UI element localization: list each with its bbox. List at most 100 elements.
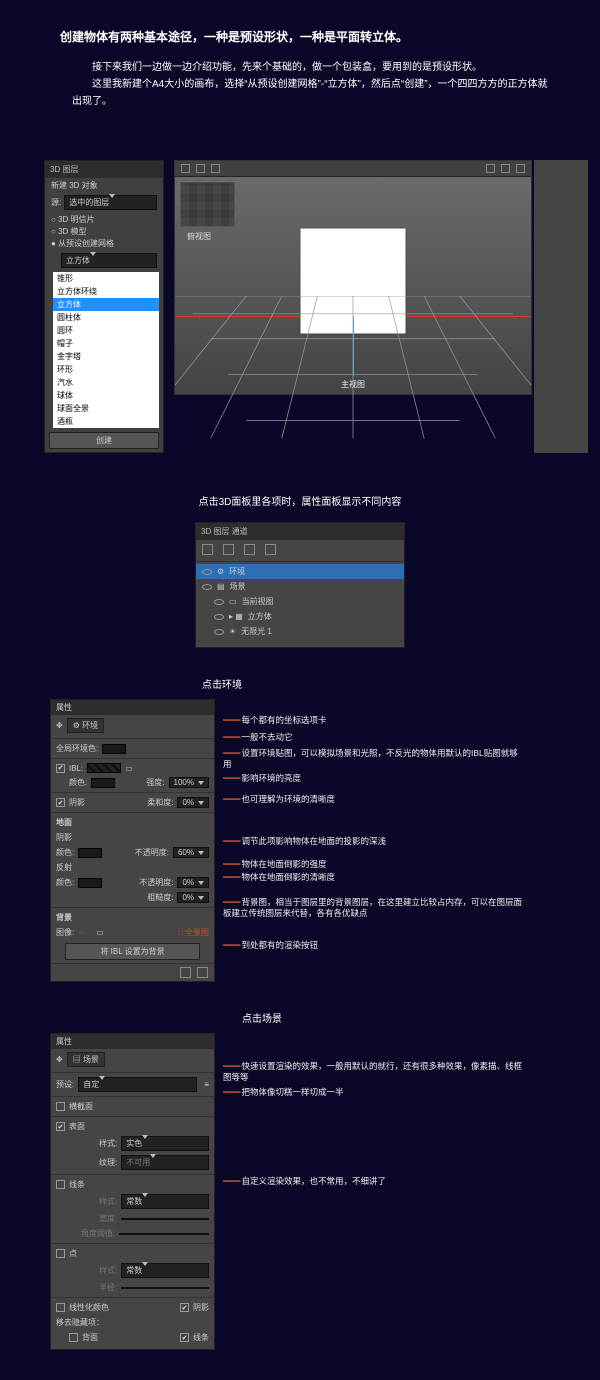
input-intensity[interactable]: 100% bbox=[169, 777, 209, 788]
label-global-color: 全局环境色: bbox=[56, 743, 98, 754]
input-opacity[interactable]: 60% bbox=[173, 847, 209, 858]
line-style-select: 常数 bbox=[121, 1194, 209, 1209]
folder-icon[interactable]: ▭ bbox=[96, 928, 104, 937]
checkbox-points[interactable] bbox=[56, 1249, 65, 1258]
preset-item[interactable]: 环形 bbox=[53, 363, 159, 376]
item-light[interactable]: ☀无限光 1 bbox=[208, 624, 404, 639]
preset-item[interactable]: 汽水 bbox=[53, 376, 159, 389]
preset-item[interactable]: 圆环 bbox=[53, 324, 159, 337]
label-new-3d-object: 新建 3D 对象 bbox=[45, 178, 163, 193]
swatch-g-color[interactable] bbox=[78, 848, 102, 858]
checkbox-backface[interactable] bbox=[69, 1333, 78, 1342]
tool-icon[interactable] bbox=[211, 164, 220, 173]
coord-icon[interactable]: ✥ bbox=[56, 1055, 63, 1064]
checkbox-shadow[interactable] bbox=[56, 798, 65, 807]
panel-menu-icon[interactable] bbox=[197, 967, 208, 978]
style-select[interactable]: 实色 bbox=[121, 1136, 209, 1151]
row-create-and-viewport: 3D 图层 新建 3D 对象 源: 选中的图层 ○ 3D 明信片 ○ 3D 模型… bbox=[44, 160, 578, 453]
label-style: 样式: bbox=[99, 1138, 117, 1149]
viewport-body[interactable]: 俯视图 主视图 bbox=[175, 177, 531, 394]
visibility-icon[interactable] bbox=[202, 569, 212, 575]
preset-menu-icon[interactable]: ≡ bbox=[204, 1080, 209, 1089]
input-rough[interactable]: 0% bbox=[177, 892, 209, 903]
checkbox-cross[interactable] bbox=[56, 1102, 65, 1111]
item-scene[interactable]: ▤场景 bbox=[196, 579, 404, 594]
crumb-tag[interactable]: ▤ 场景 bbox=[67, 1052, 105, 1067]
checkbox-linear[interactable] bbox=[56, 1303, 65, 1312]
coord-icon[interactable]: ✥ bbox=[56, 721, 63, 730]
filter-icon[interactable] bbox=[265, 544, 276, 555]
filter-icons bbox=[196, 540, 404, 559]
label-softness: 柔和度: bbox=[147, 797, 173, 808]
visibility-icon[interactable] bbox=[214, 614, 224, 620]
items-panel-tabs[interactable]: 3D 图层 通道 bbox=[196, 523, 404, 540]
preset-list[interactable]: 锥形 立方体环绕 立方体 圆柱体 圆环 帽子 金字塔 环形 汽水 球体 球面全景… bbox=[53, 272, 159, 428]
opt-model[interactable]: ○ 3D 模型 bbox=[51, 226, 87, 237]
checkbox-ibl[interactable] bbox=[56, 764, 65, 773]
secondary-view-tile[interactable] bbox=[180, 182, 235, 227]
section-bg: 背景 bbox=[51, 910, 214, 925]
opt-postcard[interactable]: ○ 3D 明信片 bbox=[51, 214, 95, 225]
preset-item[interactable]: 圆柱体 bbox=[53, 311, 159, 324]
swatch-global[interactable] bbox=[102, 744, 126, 754]
filter-icon[interactable] bbox=[244, 544, 255, 555]
viewport-toolbar bbox=[175, 161, 531, 177]
preset-item[interactable]: 金字塔 bbox=[53, 350, 159, 363]
label-image: 图像: bbox=[56, 927, 74, 938]
preset-item-selected[interactable]: 立方体 bbox=[53, 298, 159, 311]
set-ibl-bg-button[interactable]: 将 IBL 设置为背景 bbox=[65, 943, 200, 960]
preset-dropdown[interactable]: 立方体 bbox=[61, 253, 157, 268]
create-button[interactable]: 创建 bbox=[49, 432, 159, 449]
tool-icon[interactable] bbox=[516, 164, 525, 173]
tool-icon[interactable] bbox=[501, 164, 510, 173]
label-opacity: 不透明度: bbox=[135, 847, 169, 858]
tool-icon[interactable] bbox=[181, 164, 190, 173]
preset-item[interactable]: 球面全景 bbox=[53, 402, 159, 415]
panorama-toggle[interactable]: □ 全景图 bbox=[178, 927, 209, 938]
checkbox-shadow2[interactable] bbox=[180, 1303, 189, 1312]
preset-item[interactable]: 锥形 bbox=[53, 272, 159, 285]
checkbox-surface[interactable] bbox=[56, 1122, 65, 1131]
checkbox-lines2[interactable] bbox=[180, 1333, 189, 1342]
preset-item[interactable]: 帽子 bbox=[53, 337, 159, 350]
item-current-view[interactable]: ▭当前视图 bbox=[208, 594, 404, 609]
source-dropdown[interactable]: 选中的图层 bbox=[64, 195, 157, 210]
preset-item[interactable]: 立方体环绕 bbox=[53, 285, 159, 298]
heading: 创建物体有两种基本途径，一种是预设形状，一种是平面转立体。 bbox=[60, 28, 578, 45]
viewport-3d[interactable]: 俯视图 主视图 bbox=[174, 160, 532, 395]
properties-panel-environment: 属性 ✥⚙ 环境 全局环境色: IBL:▭ 颜色:强度:100% 阴影柔和度:0… bbox=[50, 699, 215, 982]
folder-icon[interactable]: ▭ bbox=[125, 764, 133, 773]
visibility-icon[interactable] bbox=[214, 629, 224, 635]
visibility-icon[interactable] bbox=[202, 584, 212, 590]
crumb-tag[interactable]: ⚙ 环境 bbox=[67, 718, 104, 733]
label-preset: 预设: bbox=[56, 1079, 74, 1090]
filter-icon[interactable] bbox=[223, 544, 234, 555]
label-r-opacity: 不透明度: bbox=[139, 877, 173, 888]
checkbox-lines[interactable] bbox=[56, 1180, 65, 1189]
label-remove-hidden: 移去隐藏项： bbox=[56, 1317, 104, 1328]
input-softness[interactable]: 0% bbox=[177, 797, 209, 808]
tool-icon[interactable] bbox=[196, 164, 205, 173]
label-g-color: 颜色: bbox=[56, 847, 74, 858]
item-environment[interactable]: ⚙环境 bbox=[196, 564, 404, 579]
label-surface: 表面 bbox=[69, 1121, 85, 1132]
swatch-r-color[interactable] bbox=[78, 878, 102, 888]
visibility-icon[interactable] bbox=[214, 599, 224, 605]
preset-item[interactable]: 酒瓶 bbox=[53, 415, 159, 428]
swatch-color[interactable] bbox=[91, 778, 115, 788]
scene-callouts: ━━━━快速设置渲染的效果，一般用默认的就行，还有很多种效果，像素描、线框图等等… bbox=[223, 1033, 523, 1187]
opt-preset-mesh[interactable]: ● 从预设创建网格 bbox=[51, 238, 114, 249]
label-cross: 横截面 bbox=[69, 1101, 93, 1112]
input-r-opacity[interactable]: 0% bbox=[177, 877, 209, 888]
label-linear: 线性化颜色 bbox=[69, 1302, 109, 1313]
panel-tabs[interactable]: 3D 图层 bbox=[45, 161, 163, 178]
preset-select[interactable]: 自定 bbox=[78, 1077, 197, 1092]
render-icon[interactable] bbox=[180, 967, 191, 978]
filter-icon[interactable] bbox=[202, 544, 213, 555]
item-cube[interactable]: ▸ ▦立方体 bbox=[208, 609, 404, 624]
tool-icon[interactable] bbox=[486, 164, 495, 173]
preset-item[interactable]: 球体 bbox=[53, 389, 159, 402]
label-texture: 纹理: bbox=[99, 1157, 117, 1168]
ibl-thumb[interactable] bbox=[87, 763, 121, 773]
texture-select[interactable]: 不可用 bbox=[121, 1155, 209, 1170]
